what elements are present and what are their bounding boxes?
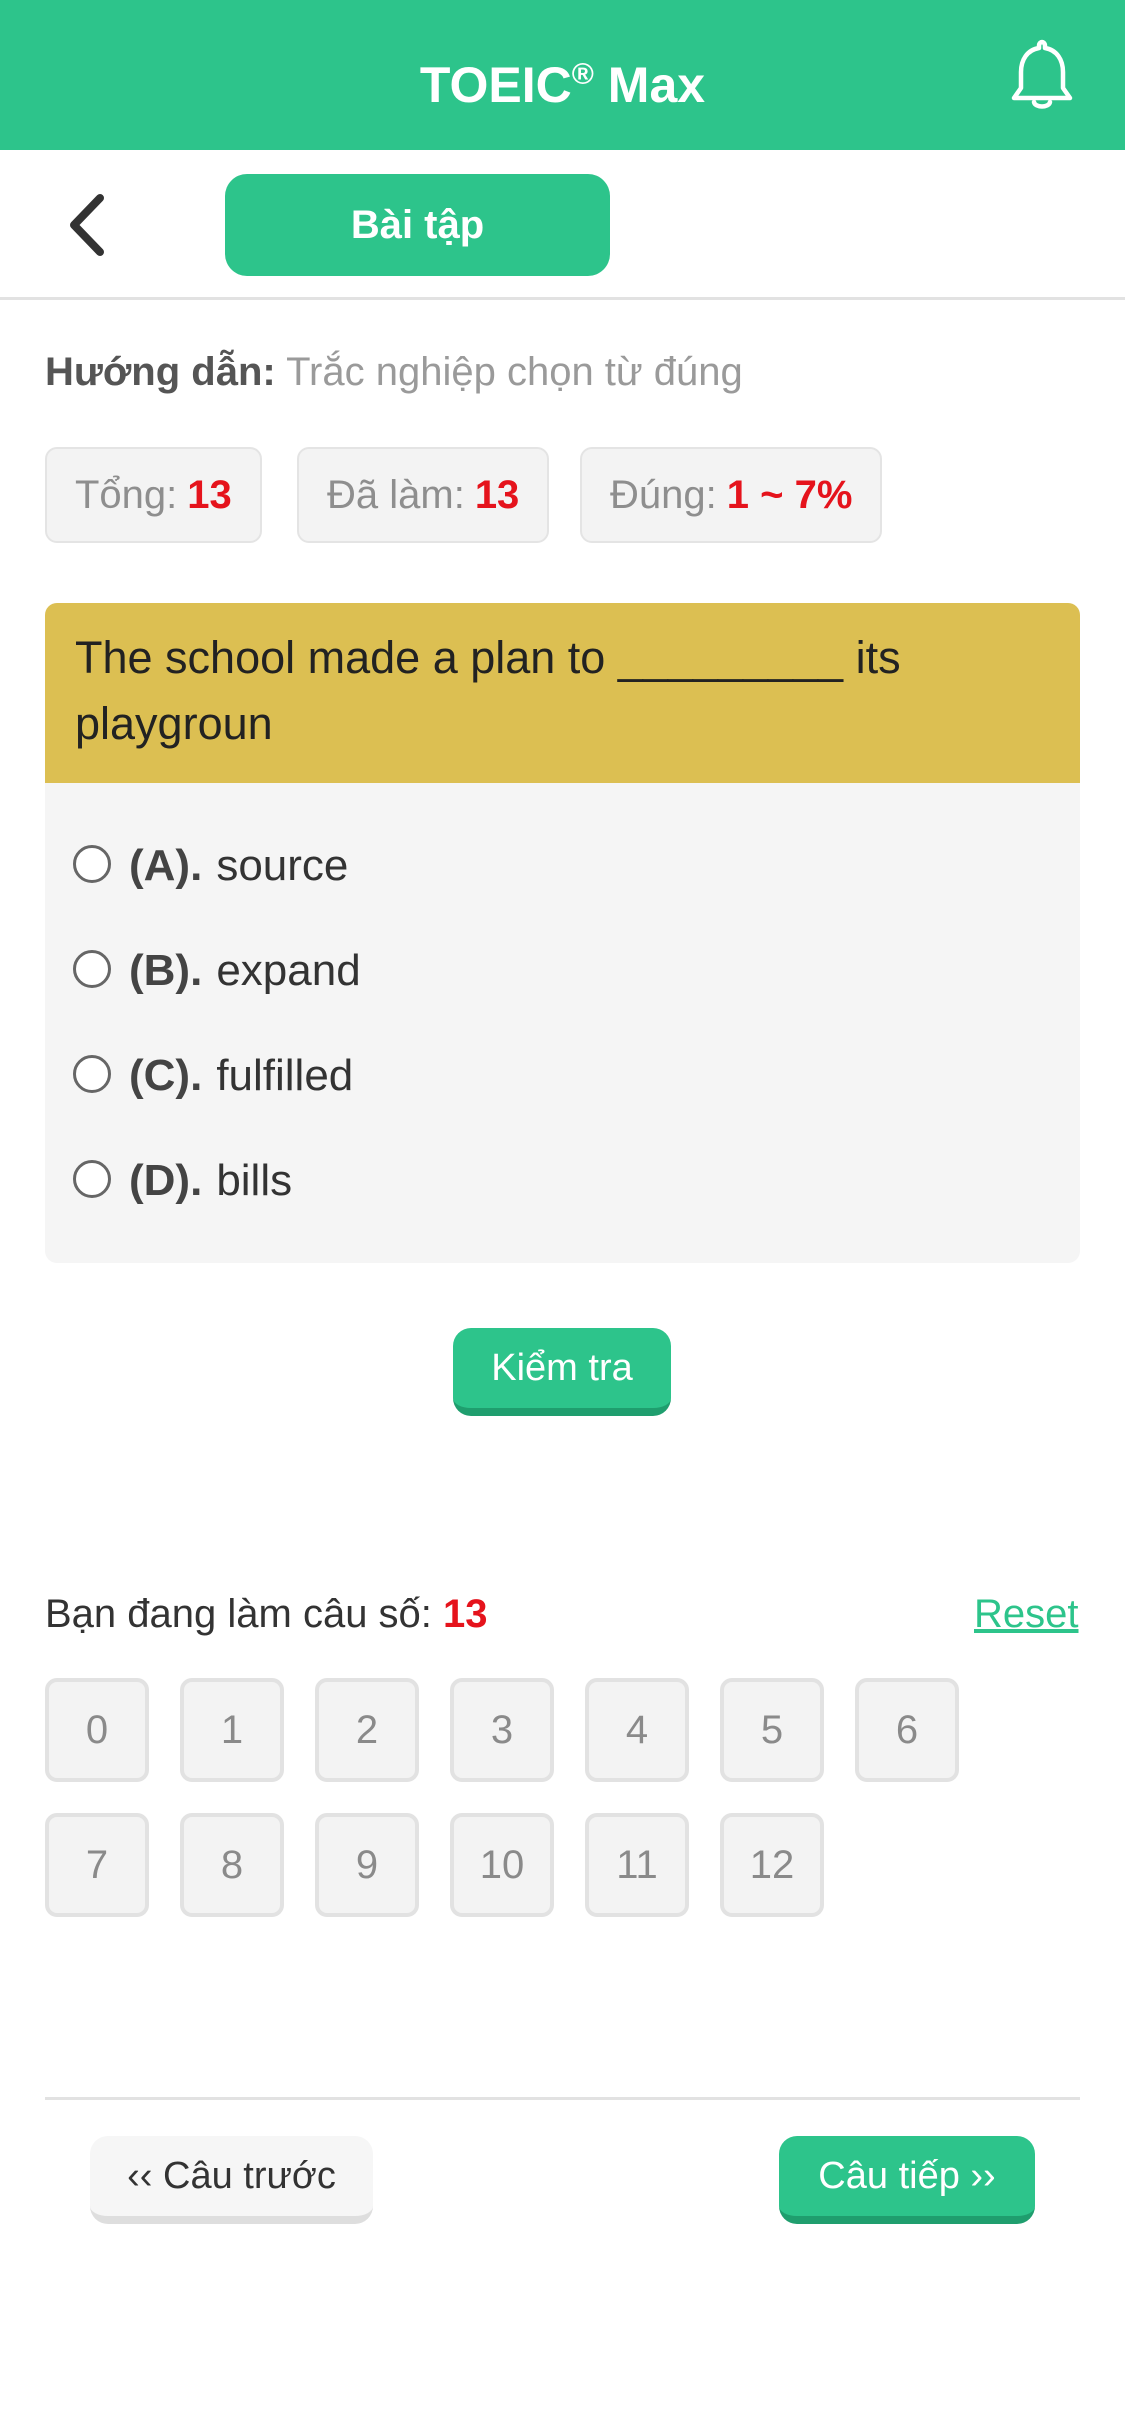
exercise-tab-button[interactable]: Bài tập — [225, 174, 610, 276]
option-d-text: bills — [216, 1156, 293, 1205]
question-number-1[interactable]: 1 — [180, 1678, 284, 1782]
reset-link[interactable]: Reset — [974, 1592, 1079, 1637]
question-number-0[interactable]: 0 — [45, 1678, 149, 1782]
option-d-key: (D). — [129, 1156, 203, 1205]
stat-done-label: Đã làm: — [327, 473, 465, 517]
question-number-2[interactable]: 2 — [315, 1678, 419, 1782]
option-b-text: expand — [216, 946, 361, 995]
question-number-5[interactable]: 5 — [720, 1678, 824, 1782]
question-number-10[interactable]: 10 — [450, 1813, 554, 1917]
option-c-text: fulfilled — [216, 1051, 354, 1100]
app-title: TOEIC® Max — [0, 0, 1125, 150]
stat-total-value: 13 — [187, 473, 232, 517]
stat-total: Tổng: 13 — [45, 447, 262, 543]
instruction-label: Hướng dẫn: — [45, 350, 276, 394]
option-a[interactable]: (A). source — [73, 831, 348, 901]
current-question-number: 13 — [443, 1592, 488, 1636]
option-d[interactable]: (D). bills — [73, 1146, 292, 1216]
stat-total-label: Tổng: — [75, 473, 178, 517]
stat-done: Đã làm: 13 — [297, 447, 550, 543]
current-question-indicator: Bạn đang làm câu số: 13 — [45, 1592, 488, 1637]
option-c[interactable]: (C). fulfilled — [73, 1041, 353, 1111]
app-title-text: TOEIC — [419, 57, 572, 113]
option-c-key: (C). — [129, 1051, 203, 1100]
stat-correct: Đúng: 1 ~ 7% — [580, 447, 883, 543]
question-number-6[interactable]: 6 — [855, 1678, 959, 1782]
next-question-button[interactable]: Câu tiếp ›› — [779, 2136, 1035, 2224]
question-number-11[interactable]: 11 — [585, 1813, 689, 1917]
stat-done-value: 13 — [474, 473, 520, 517]
question-text: The school made a plan to _________ its … — [45, 603, 1080, 783]
question-number-3[interactable]: 3 — [450, 1678, 554, 1782]
radio-a[interactable] — [73, 845, 111, 884]
radio-d[interactable] — [73, 1160, 111, 1199]
option-b-key: (B). — [129, 946, 203, 995]
stat-correct-value: 1 ~ 7% — [726, 473, 853, 517]
question-number-4[interactable]: 4 — [585, 1678, 689, 1782]
question-number-7[interactable]: 7 — [45, 1813, 149, 1917]
bell-icon[interactable] — [1010, 38, 1074, 112]
stat-correct-label: Đúng: — [610, 473, 717, 517]
option-b[interactable]: (B). expand — [73, 936, 361, 1006]
registered-mark: ® — [571, 58, 594, 91]
check-button[interactable]: Kiểm tra — [453, 1328, 671, 1416]
radio-b[interactable] — [73, 950, 111, 989]
current-question-label: Bạn đang làm câu số: — [45, 1592, 432, 1636]
previous-question-button[interactable]: ‹‹ Câu trước — [90, 2136, 373, 2224]
chevron-left-icon[interactable] — [60, 190, 120, 260]
question-number-9[interactable]: 9 — [315, 1813, 419, 1917]
question-number-12[interactable]: 12 — [720, 1813, 824, 1917]
option-a-text: source — [216, 841, 349, 890]
question-number-8[interactable]: 8 — [180, 1813, 284, 1917]
instruction-text: Trắc nghiệp chọn từ đúng — [275, 350, 743, 394]
radio-c[interactable] — [73, 1055, 111, 1094]
instruction: Hướng dẫn: Trắc nghiệp chọn từ đúng — [45, 350, 743, 395]
option-a-key: (A). — [129, 841, 203, 890]
divider — [45, 2097, 1080, 2100]
question-card: The school made a plan to _________ its … — [45, 603, 1080, 1263]
app-title-suffix: Max — [593, 57, 706, 113]
